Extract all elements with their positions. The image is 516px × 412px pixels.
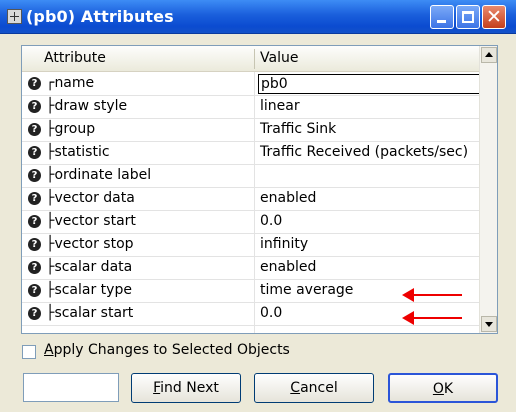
name-value-text: pb0 [261, 76, 288, 92]
attribute-name: ├statistic [46, 144, 110, 160]
attributes-dialog: (pb0) Attributes ✕ Attribute Value ? ┌nam… [0, 0, 516, 412]
vertical-scrollbar[interactable] [479, 46, 497, 333]
attribute-value[interactable]: Traffic Received (packets/sec) [260, 144, 468, 160]
attribute-name-text: scalar data [54, 259, 133, 275]
table-row[interactable]: ? ├vector start 0.0 [22, 211, 481, 234]
attribute-name-text: draw style [54, 98, 128, 114]
attribute-name: ├scalar type [46, 282, 132, 298]
attribute-value[interactable]: time average [260, 282, 353, 298]
scroll-down-button[interactable] [481, 316, 497, 332]
window-menu-icon[interactable] [7, 9, 22, 24]
attribute-value[interactable]: enabled [260, 259, 316, 275]
ok-label: OK [432, 381, 454, 397]
cancel-label: Cancel [290, 380, 338, 396]
help-icon[interactable]: ? [28, 284, 41, 297]
help-icon[interactable]: ? [28, 307, 41, 320]
header-value[interactable]: Value [260, 50, 298, 66]
attribute-name: ├group [46, 121, 95, 137]
help-icon[interactable]: ? [28, 77, 41, 90]
attribute-name: ├ordinate label [46, 167, 151, 183]
attribute-value[interactable]: 0.0 [260, 305, 282, 321]
attribute-name-text: scalar start [54, 305, 134, 321]
close-icon: ✕ [486, 6, 502, 28]
table-row[interactable]: ? ├vector stop infinity [22, 234, 481, 257]
table-row[interactable]: ? ├draw style linear [22, 96, 481, 119]
table-row[interactable]: ? ├ordinate label [22, 165, 481, 188]
help-icon[interactable]: ? [28, 100, 41, 113]
help-icon[interactable]: ? [28, 215, 41, 228]
maximize-icon [462, 11, 474, 23]
attribute-name: ├vector stop [46, 236, 134, 252]
apply-changes-label[interactable]: Apply Changes to Selected Objects [44, 342, 290, 358]
attribute-name-text: group [54, 121, 96, 137]
annotation-arrow-scalar-type [402, 311, 462, 325]
attribute-name-text: vector stop [54, 236, 134, 252]
attribute-name-text: ordinate label [54, 167, 152, 183]
attribute-name-text: statistic [54, 144, 110, 160]
attribute-name: ├scalar data [46, 259, 132, 275]
table-row[interactable]: ? ┌name pb0 [22, 73, 492, 96]
table-row[interactable]: ? ├scalar data enabled [22, 257, 481, 280]
minimize-icon [437, 20, 446, 23]
attribute-name: ├vector data [46, 190, 135, 206]
name-value-input[interactable]: pb0 [258, 74, 492, 94]
ok-button[interactable]: OK [388, 373, 498, 403]
attribute-value[interactable]: linear [260, 98, 300, 114]
table-header: Attribute Value [22, 46, 481, 72]
header-attribute[interactable]: Attribute [44, 50, 106, 66]
attribute-value[interactable]: enabled [260, 190, 316, 206]
table-row[interactable]: ? ├statistic Traffic Received (packets/sec… [22, 142, 481, 165]
table-row[interactable]: ? ├group Traffic Sink [22, 119, 481, 142]
attribute-name: ├scalar start [46, 305, 133, 321]
attribute-name-text: scalar type [54, 282, 132, 298]
attribute-value[interactable]: infinity [260, 236, 308, 252]
attribute-value[interactable]: 0.0 [260, 213, 282, 229]
cancel-button[interactable]: Cancel [254, 373, 374, 403]
help-icon[interactable]: ? [28, 192, 41, 205]
title-bar[interactable]: (pb0) Attributes ✕ [0, 0, 516, 34]
find-next-button[interactable]: Find Next [131, 373, 241, 403]
minimize-button[interactable] [430, 5, 454, 29]
header-divider[interactable] [254, 49, 255, 69]
attribute-name-text: name [54, 75, 95, 91]
close-button[interactable]: ✕ [482, 5, 506, 29]
help-icon[interactable]: ? [28, 238, 41, 251]
attribute-name-text: vector start [54, 213, 136, 229]
find-next-label: Find Next [153, 380, 219, 396]
attribute-name: ┌name [46, 75, 94, 91]
attribute-name: ├vector start [46, 213, 136, 229]
maximize-button[interactable] [456, 5, 480, 29]
window-title: (pb0) Attributes [26, 7, 174, 26]
attribute-name-text: vector data [54, 190, 135, 206]
help-icon[interactable]: ? [28, 123, 41, 136]
scroll-up-button[interactable] [481, 47, 497, 63]
attribute-name: ├draw style [46, 98, 127, 114]
table-row[interactable]: ? ├vector data enabled [22, 188, 481, 211]
attributes-table: Attribute Value ? ┌name pb0? ├draw style lin… [21, 45, 498, 334]
help-icon[interactable]: ? [28, 146, 41, 159]
help-icon[interactable]: ? [28, 261, 41, 274]
annotation-arrow-scalar-data [402, 288, 462, 302]
help-icon[interactable]: ? [28, 169, 41, 182]
find-input[interactable] [23, 373, 119, 402]
apply-changes-checkbox[interactable] [22, 345, 36, 359]
attribute-value[interactable]: Traffic Sink [260, 121, 336, 137]
